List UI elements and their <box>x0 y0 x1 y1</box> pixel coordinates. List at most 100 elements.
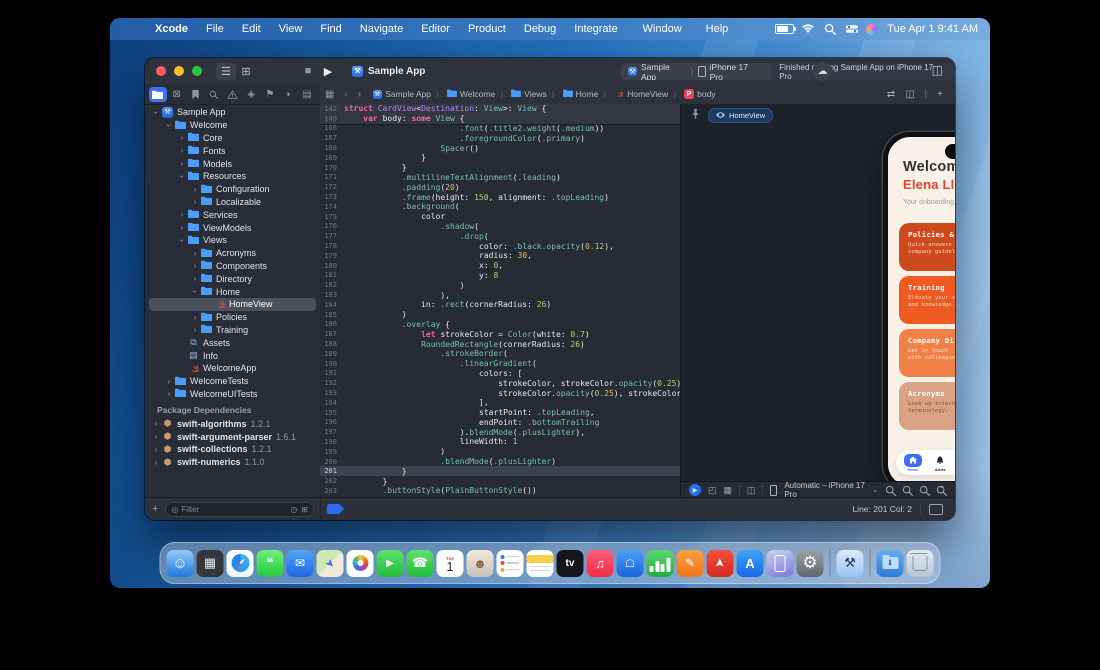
canvas-zoom-actual-icon[interactable] <box>902 485 913 496</box>
line-number[interactable]: 196 <box>320 418 337 426</box>
package-swift-collections[interactable]: › ⬢ swift-collections 1.2.1 <box>145 443 320 456</box>
dock-phone-icon[interactable]: ☎ <box>406 549 434 577</box>
navigator-tab-breakpoints[interactable]: ◗ <box>280 87 298 102</box>
crumb-sample-app[interactable]: ⚒ Sample App <box>372 89 431 99</box>
line-number[interactable]: 176 <box>320 222 337 230</box>
line-number[interactable]: 191 <box>320 369 337 377</box>
package-swift-algorithms[interactable]: › ⬢ swift-algorithms 1.2.1 <box>145 417 320 430</box>
dock-notes-icon[interactable] <box>526 549 554 577</box>
line-number[interactable]: 167 <box>320 134 337 142</box>
code-line-179[interactable]: 179 radius: 30, <box>320 251 680 261</box>
related-items-icon[interactable]: ▦ <box>320 89 339 100</box>
dock-mirror-icon[interactable] <box>766 549 794 577</box>
code-line-187[interactable]: 187 let strokeColor = Color(white: 0.7) <box>320 329 680 339</box>
tree-item-sample-app[interactable]: › ⚒ Sample App <box>145 106 320 119</box>
line-number[interactable]: 178 <box>320 242 337 250</box>
dock-contacts-icon[interactable]: ☻ <box>466 549 494 577</box>
tree-item-localizable[interactable]: › Localizable <box>145 196 320 209</box>
code-line-149[interactable]: 149 var body: some View { <box>320 113 680 124</box>
tree-item-resources[interactable]: › Resources <box>145 170 320 183</box>
line-number[interactable]: 188 <box>320 340 337 348</box>
line-number[interactable]: 174 <box>320 203 337 211</box>
tree-item-welcomeuitests[interactable]: › WelcomeUITests <box>145 388 320 401</box>
code-line-184[interactable]: 184 in: .rect(cornerRadius: 26) <box>320 300 680 310</box>
code-line-170[interactable]: 170 } <box>320 163 680 173</box>
code-line-198[interactable]: 198 lineWidth: 1 <box>320 437 680 447</box>
code-editor[interactable]: 142 struct CardView<Destination: View>: … <box>320 104 680 498</box>
disclosure-icon[interactable]: › <box>177 133 187 142</box>
navigator-tab-source-control[interactable]: ⊠ <box>168 87 186 102</box>
recent-filter-icon[interactable]: ◷ <box>290 505 297 514</box>
disclosure-icon[interactable]: › <box>164 389 174 398</box>
menu-editor[interactable]: Editor <box>412 18 459 40</box>
phone-tab-home[interactable]: Home <box>903 453 922 472</box>
menu-find[interactable]: Find <box>311 18 350 40</box>
code-line-195[interactable]: 195 startPoint: .topLeading, <box>320 408 680 418</box>
navigator-tab-find[interactable] <box>205 87 223 102</box>
scm-filter-icon[interactable]: ⊞ <box>301 505 308 514</box>
dock-mail-icon[interactable]: ✉ <box>286 549 314 577</box>
menu-edit[interactable]: Edit <box>233 18 270 40</box>
wifi-icon[interactable] <box>800 22 816 36</box>
card-company-directory[interactable]: Company Directory Get in touchwith colle… <box>899 329 955 377</box>
code-line-177[interactable]: 177 .drop( <box>320 231 680 241</box>
line-number[interactable]: 182 <box>320 281 337 289</box>
add-editor-pane-icon[interactable]: + <box>937 89 943 100</box>
dock-rocket-icon[interactable]: ➤ <box>706 549 734 577</box>
line-number[interactable]: 199 <box>320 448 337 456</box>
menu-integrate[interactable]: Integrate <box>565 18 626 40</box>
code-line-191[interactable]: 191 colors: [ <box>320 369 680 379</box>
menu-view[interactable]: View <box>270 18 312 40</box>
code-line-192[interactable]: 192 strokeColor, strokeColor.opacity(0.2… <box>320 378 680 388</box>
code-line-202[interactable]: 202 } <box>320 476 680 486</box>
navigator-tab-tests[interactable]: ◈ <box>242 87 260 102</box>
line-number[interactable]: 193 <box>320 389 337 397</box>
code-line-175[interactable]: 175 color <box>320 212 680 222</box>
line-number[interactable]: 181 <box>320 271 337 279</box>
navigator-toggle-icon[interactable]: ☰ <box>216 62 236 80</box>
canvas-zoom-in-icon[interactable]: + <box>919 484 930 496</box>
stop-button[interactable]: ■ <box>298 63 318 80</box>
code-line-190[interactable]: 190 .linearGradient( <box>320 359 680 369</box>
dock-finder-icon[interactable]: ☺ <box>166 549 194 577</box>
tree-item-info[interactable]: ▤ Info <box>145 349 320 362</box>
disclosure-icon[interactable]: › <box>190 325 200 334</box>
dock-messages-icon[interactable]: ❝ <box>256 549 284 577</box>
minimize-window-button[interactable] <box>174 66 184 76</box>
filter-field[interactable]: ◎ Filter ◷ ⊞ <box>165 501 314 517</box>
card-acronyms[interactable]: Acronyms Look up internalterminology. <box>899 382 955 430</box>
menu-bar-clock[interactable]: Tue Apr 1 9:41 AM <box>883 23 978 35</box>
card-policies-protocols[interactable]: Policies & Protocols Quick answers forco… <box>899 223 955 271</box>
disclosure-icon[interactable]: › <box>177 159 187 168</box>
dock-calendar-icon[interactable]: Tue 1 <box>436 549 464 577</box>
phone-tab-alerts[interactable]: Alerts <box>931 454 949 472</box>
disclosure-icon[interactable]: › <box>191 287 200 297</box>
navigator-tab-reports[interactable]: ▤ <box>298 87 316 102</box>
tree-item-components[interactable]: › Components <box>145 260 320 273</box>
tree-item-models[interactable]: › Models <box>145 157 320 170</box>
disclosure-icon[interactable]: › <box>178 235 187 245</box>
cloud-status-icon[interactable]: ☁ <box>813 62 832 81</box>
code-line-203[interactable]: 203 .buttonStyle(PlainButtonStyle()) <box>320 486 680 496</box>
add-editor-icon[interactable]: ⊞ <box>236 63 256 80</box>
line-number[interactable]: 203 <box>320 487 337 495</box>
zoom-window-button[interactable] <box>192 66 202 76</box>
line-number[interactable]: 142 <box>320 105 337 113</box>
code-line-173[interactable]: 173 .frame(height: 150, alignment: .topL… <box>320 192 680 202</box>
dock-launchpad-icon[interactable]: ▦ <box>196 549 224 577</box>
dock-pages-icon[interactable]: ✎ <box>676 549 704 577</box>
code-line-193[interactable]: 193 strokeColor.opacity(0.25), strokeCol… <box>320 388 680 398</box>
dock-maps-icon[interactable]: ➤ <box>316 549 344 577</box>
line-number[interactable]: 200 <box>320 458 337 466</box>
line-number[interactable]: 198 <box>320 438 337 446</box>
code-line-178[interactable]: 178 color: .black.opacity(0.12), <box>320 241 680 251</box>
line-number[interactable]: 171 <box>320 173 337 181</box>
siri-icon[interactable] <box>866 23 878 35</box>
code-line-189[interactable]: 189 .strokeBorder( <box>320 349 680 359</box>
code-line-199[interactable]: 199 ) <box>320 447 680 457</box>
dock-xcode-icon[interactable]: ⚒ <box>836 549 864 577</box>
line-number[interactable]: 202 <box>320 477 337 485</box>
breakpoint-tag[interactable] <box>327 504 344 514</box>
code-line-167[interactable]: 167 .foregroundColor(.primary) <box>320 133 680 143</box>
code-line-185[interactable]: 185 ) <box>320 310 680 320</box>
